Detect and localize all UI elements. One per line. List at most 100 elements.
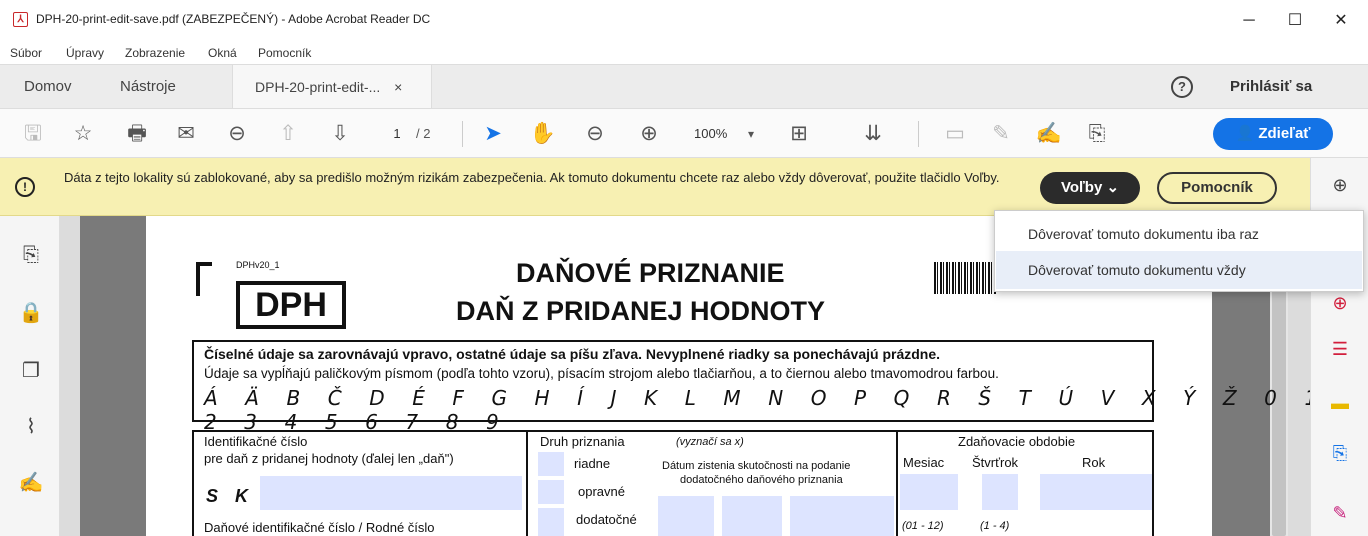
- year-field[interactable]: [1040, 474, 1152, 510]
- title-bar: ⅄ DPH-20-print-edit-save.pdf (ZABEZPEČEN…: [0, 0, 1368, 42]
- chevron-down-icon[interactable]: ▾: [748, 123, 754, 145]
- help-icon[interactable]: ?: [1171, 76, 1193, 98]
- quarter-range: (1 - 4): [980, 520, 1010, 532]
- month-field[interactable]: [900, 474, 958, 510]
- close-button[interactable]: ✕: [1318, 6, 1364, 36]
- toolbar-divider: [918, 121, 919, 147]
- copy-pages-icon[interactable]: ❐: [18, 358, 44, 384]
- security-alert-bar: ! Dáta z tejto lokality sú zablokované, …: [0, 158, 1310, 216]
- date-label-1: Dátum zistenia skutočnosti na podanie: [662, 460, 851, 472]
- tab-tools[interactable]: Nástroje: [120, 65, 176, 109]
- additional-label: dodatočné: [576, 512, 637, 527]
- date-label-2: dodatočného daňového priznania: [680, 474, 843, 486]
- page-total: / 2: [416, 126, 431, 141]
- toolbar: 🖫 ☆ 🖶 ✉ ⊖ ⇧ ⇩ 1 / 2 ➤ ✋ ⊖ ⊕ 100% ▾ ⊞ ⇊ ▭…: [0, 108, 1368, 158]
- month-label: Mesiac: [903, 455, 945, 470]
- quarter-field[interactable]: [982, 474, 1018, 510]
- instructions-line-1: Číselné údaje sa zarovnávajú vpravo, ost…: [204, 346, 941, 362]
- return-type-hint: (vyznačí sa x): [676, 436, 744, 448]
- alphabet-sample: Á Ä B Č D É F G H Í J K L M N O P Q R Š …: [204, 386, 1328, 434]
- correction-checkbox[interactable]: [538, 480, 564, 504]
- form-subtitle: DAŇ Z PRIDANEJ HODNOTY: [456, 296, 826, 326]
- tab-close-icon[interactable]: ×: [394, 79, 402, 95]
- add-user-icon: 👤: [1235, 125, 1259, 142]
- print-icon[interactable]: 🖶: [122, 121, 152, 147]
- instructions-line-2: Údaje sa vypĺňajú paličkovým písmom (pod…: [204, 366, 999, 381]
- correction-label: opravné: [578, 484, 625, 499]
- menu-bar: Súbor Úpravy Zobrazenie Okná Pomocník: [0, 42, 1368, 64]
- fit-page-icon[interactable]: ⊞: [784, 121, 814, 147]
- date-month-field[interactable]: [722, 496, 782, 536]
- bookmark-star-icon[interactable]: ☆: [68, 121, 98, 147]
- menu-help[interactable]: Pomocník: [258, 46, 311, 60]
- export-pdf-icon[interactable]: ⎘: [1327, 440, 1353, 466]
- month-range: (01 - 12): [902, 520, 944, 532]
- share-file-icon[interactable]: ⎘: [1082, 121, 1112, 147]
- return-type-label: Druh priznania: [540, 434, 625, 449]
- id-label-1: Identifikačné číslo: [204, 434, 308, 449]
- options-label: Voľby: [1060, 179, 1103, 196]
- attachment-icon[interactable]: ⌇: [18, 414, 44, 440]
- organize-pages-icon[interactable]: ☰: [1327, 336, 1353, 362]
- alert-icon: !: [15, 177, 35, 197]
- trust-once-option[interactable]: Dôverovať tomuto dokumentu iba raz: [996, 215, 1362, 253]
- zoom-search-icon[interactable]: ⊖: [222, 121, 252, 147]
- menu-file[interactable]: Súbor: [10, 46, 42, 60]
- zoom-search-icon[interactable]: ⊕: [1327, 172, 1353, 198]
- maximize-button[interactable]: ☐: [1272, 6, 1318, 36]
- options-button[interactable]: Voľby ⌄: [1040, 172, 1140, 204]
- toolbar-divider: [462, 121, 463, 147]
- page-thumbnails-icon[interactable]: ⎘: [18, 242, 44, 268]
- form-code: DPHv20_1: [236, 260, 280, 270]
- signature-icon[interactable]: ✍: [18, 470, 44, 496]
- regular-checkbox[interactable]: [538, 452, 564, 476]
- barcode: [934, 262, 996, 294]
- zoom-in-icon[interactable]: ⊕: [634, 121, 664, 147]
- signin-link[interactable]: Prihlásiť sa: [1230, 65, 1312, 109]
- save-icon[interactable]: 🖫: [18, 121, 48, 147]
- tab-document[interactable]: DPH-20-print-edit-... ×: [232, 65, 432, 109]
- period-label: Zdaňovacie obdobie: [958, 434, 1076, 449]
- tab-document-label: DPH-20-print-edit-...: [255, 79, 381, 95]
- regular-label: riadne: [574, 456, 611, 471]
- left-navigation-rail: ⎘ 🔒 ❐ ⌇ ✍: [0, 216, 60, 536]
- page-up-icon[interactable]: ⇧: [273, 121, 303, 147]
- tab-home[interactable]: Domov: [24, 65, 72, 109]
- page-margin-left: [80, 216, 146, 536]
- menu-view[interactable]: Zobrazenie: [125, 46, 185, 60]
- zoom-level-select[interactable]: 100%: [694, 123, 727, 145]
- grid-divider: [896, 430, 898, 536]
- share-button[interactable]: 👤 Zdieľať: [1213, 118, 1333, 150]
- share-label: Zdieľať: [1258, 125, 1311, 142]
- highlight-icon[interactable]: ✎: [986, 121, 1016, 147]
- page-number-input[interactable]: 1: [382, 123, 412, 145]
- trust-always-option[interactable]: Dôverovať tomuto dokumentu vždy: [996, 251, 1362, 289]
- dph-badge: DPH: [236, 281, 346, 329]
- quarter-label: Štvrťrok: [972, 455, 1019, 470]
- email-icon[interactable]: ✉: [171, 121, 201, 147]
- comment-tool-icon[interactable]: ▬: [1327, 390, 1353, 416]
- window-title: DPH-20-print-edit-save.pdf (ZABEZPEČENÝ)…: [36, 12, 431, 26]
- vat-id-field[interactable]: [260, 476, 522, 510]
- zoom-out-icon[interactable]: ⊖: [580, 121, 610, 147]
- create-pdf-icon[interactable]: ⊕: [1327, 290, 1353, 316]
- date-day-field[interactable]: [658, 496, 714, 536]
- fill-sign-icon[interactable]: ✎: [1327, 500, 1353, 526]
- page-down-icon[interactable]: ⇩: [325, 121, 355, 147]
- select-cursor-icon[interactable]: ➤: [478, 121, 508, 147]
- lock-icon[interactable]: 🔒: [18, 300, 44, 326]
- menu-edit[interactable]: Úpravy: [66, 46, 104, 60]
- alert-help-button[interactable]: Pomocník: [1157, 172, 1277, 204]
- additional-checkbox[interactable]: [538, 508, 564, 536]
- comment-icon[interactable]: ▭: [940, 121, 970, 147]
- hand-icon[interactable]: ✋: [528, 121, 558, 147]
- menu-window[interactable]: Okná: [208, 46, 237, 60]
- acrobat-pdf-icon: ⅄: [13, 12, 28, 27]
- form-corner-mark: [196, 262, 212, 296]
- minimize-button[interactable]: ─: [1226, 6, 1272, 36]
- sign-icon[interactable]: ✍: [1034, 121, 1064, 147]
- alert-message: Dáta z tejto lokality sú zablokované, ab…: [64, 170, 1000, 185]
- date-year-field[interactable]: [790, 496, 894, 536]
- scroll-mode-icon[interactable]: ⇊: [858, 121, 888, 147]
- chevron-down-icon: ⌄: [1106, 179, 1120, 196]
